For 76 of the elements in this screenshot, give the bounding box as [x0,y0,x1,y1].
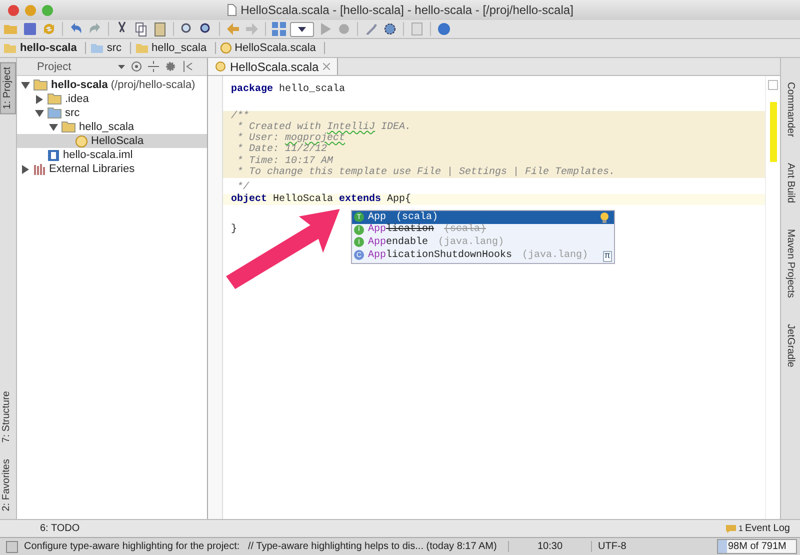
gear-icon[interactable] [382,21,398,37]
close-icon[interactable] [322,63,330,70]
expand-arrow-icon[interactable] [49,122,58,132]
close-window-button[interactable] [8,4,19,16]
tree-item[interactable]: hello-scala.iml [17,148,207,162]
expand-arrow-icon[interactable] [21,80,30,90]
hide-icon[interactable] [183,61,193,72]
balloon-icon [724,524,736,534]
object-icon [220,42,232,54]
expand-arrow-icon[interactable] [35,94,44,104]
todo-button[interactable]: 6: TODO [40,523,80,534]
tree-item[interactable]: hello-scala (/proj/hello-scala) [17,78,207,92]
expand-arrow-icon[interactable] [35,108,44,118]
code-line: */ [236,182,250,194]
status-message: Configure type-aware highlighting for the project: [24,541,241,552]
change-marker [770,102,776,162]
code-line: * Date: 11/2/12 [236,144,328,156]
inspection-status-icon[interactable] [768,80,778,90]
folder-icon [3,42,17,54]
caret-icon [298,26,306,32]
folder-icon [134,42,149,54]
tree-item[interactable]: hello_scala [17,120,207,134]
collapse-icon[interactable] [148,61,159,72]
tool-window-button[interactable]: Commander [784,78,797,142]
code-line: /** [231,110,250,122]
zoom-window-button[interactable] [42,4,53,16]
tool-window-button[interactable]: JetGradle [784,320,797,372]
tool-window-button[interactable]: 7: Structure [0,387,16,447]
minimize-window-button[interactable] [25,4,36,16]
code-line: * Created with IntelliJ IDEA. [236,122,412,133]
module-file-icon [47,148,60,162]
object-icon [75,134,88,148]
breadcrumb[interactable]: hello_scala [134,42,216,54]
encoding-selector[interactable]: UTF-8 [591,541,684,552]
tool-window-button[interactable]: Ant Build [784,159,797,208]
code-line: * User: mogproject [236,133,346,144]
folder-icon [47,107,62,119]
grid-icon[interactable] [271,21,287,37]
settings-icon[interactable] [165,61,177,72]
folder-icon [90,42,104,54]
tool-windows-toggle[interactable] [6,540,18,552]
run-configuration-dropdown[interactable] [290,22,314,36]
code-line: * To change this template use File | Settings | File Templates. [236,167,616,178]
tree-item[interactable]: HelloScala [17,134,207,148]
editor-tab[interactable]: HelloScala.scala [208,58,338,75]
tool-window-button[interactable]: 2: Favorites [0,454,16,515]
file-icon [226,4,237,16]
copy-icon[interactable] [133,21,149,37]
tree-item[interactable]: .idea [17,92,207,106]
window-title: HelloScala.scala - [hello-scala] - hello-scala - [/proj/hello-scala] [240,3,574,17]
status-comment: // Type-aware highlighting helps to dis... (today 8:17 AM) [248,541,498,552]
locate-icon[interactable] [131,61,142,72]
paste-icon[interactable] [152,21,168,37]
caret-icon [118,64,125,68]
save-icon[interactable] [22,21,38,37]
lightbulb-icon [600,212,609,224]
code-line: } [231,224,238,236]
folder-icon [33,79,48,91]
libraries-icon [33,162,46,176]
caret-position[interactable]: 10:30 [508,541,591,552]
code-line: * Time: 10:17 AM [236,156,334,167]
breadcrumb[interactable]: HelloScala.scala [220,42,325,54]
object-icon [215,61,226,72]
tool-window-button[interactable]: 1: Project [0,62,16,114]
folder-icon [47,93,62,105]
expand-arrow-icon[interactable] [21,164,30,174]
breadcrumb[interactable]: src [90,42,131,54]
tree-item[interactable]: External Libraries [17,162,207,176]
back-icon[interactable] [225,21,241,37]
breadcrumb[interactable]: hello-scala [3,42,86,54]
code-line: package hello_scala [231,84,346,96]
tree-item[interactable]: src [17,106,207,120]
code-line: object HelloScala extends App{ [231,194,412,205]
memory-indicator[interactable]: 98M of 791M [717,539,797,554]
sort-toggle[interactable]: π [602,251,612,262]
tool-window-button[interactable]: Maven Projects [784,225,797,302]
